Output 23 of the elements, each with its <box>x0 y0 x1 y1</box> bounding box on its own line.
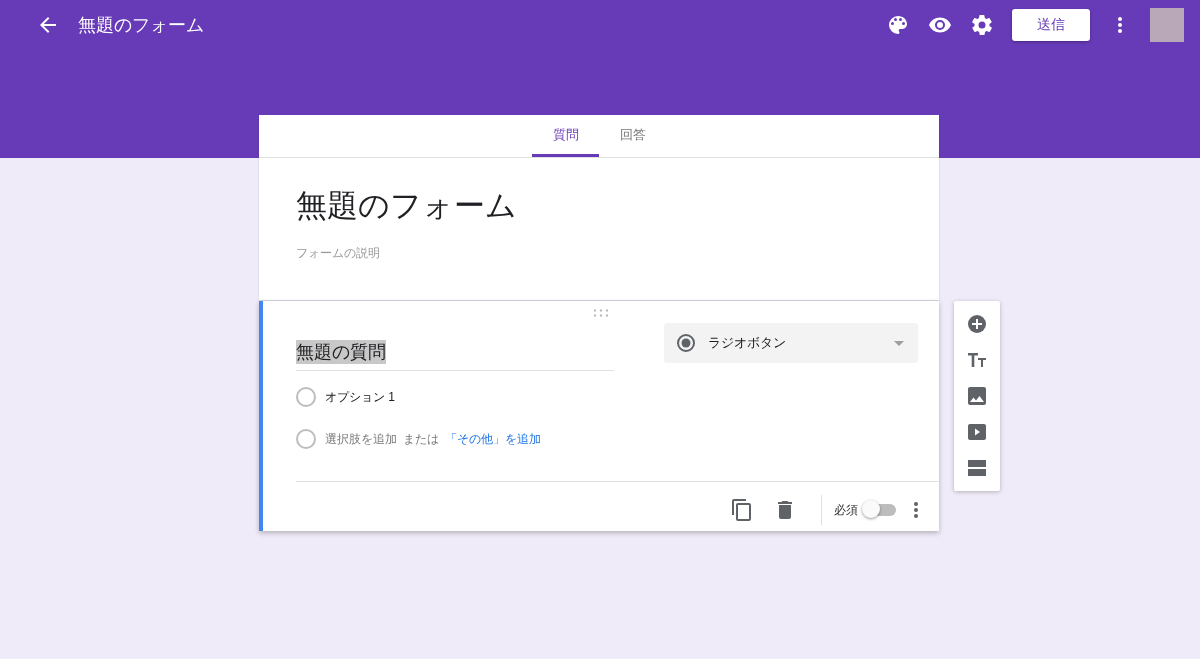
radio-circle-icon <box>296 429 316 449</box>
add-option-link[interactable]: 選択肢を追加 <box>325 430 397 448</box>
tab[interactable]: 質問 <box>532 115 599 157</box>
option-label[interactable]: オプション 1 <box>325 388 395 406</box>
question-title-field[interactable]: 無題の質問 <box>296 333 614 371</box>
caret-icon <box>894 340 904 346</box>
palette-icon[interactable] <box>886 13 910 37</box>
drag-handle-icon[interactable] <box>594 309 608 317</box>
tab[interactable]: 回答 <box>599 115 666 157</box>
required-toggle[interactable] <box>862 500 896 520</box>
add-circle-icon[interactable] <box>965 312 989 336</box>
radio-button-icon <box>676 333 696 353</box>
required-label: 必須 <box>834 501 858 519</box>
send-button[interactable]: 送信 <box>1012 9 1090 41</box>
settings-icon[interactable] <box>970 13 994 37</box>
or-text: または <box>403 430 439 448</box>
image-icon[interactable] <box>965 384 989 408</box>
question-type-dropdown[interactable]: ラジオボタン <box>664 323 918 363</box>
form-title-field[interactable]: 無題のフォーム <box>296 186 902 226</box>
form-title: 無題のフォーム <box>78 14 204 37</box>
add-other-link[interactable]: 「その他」を追加 <box>445 430 541 448</box>
copy-icon[interactable] <box>730 498 754 522</box>
radio-circle-icon <box>296 387 316 407</box>
